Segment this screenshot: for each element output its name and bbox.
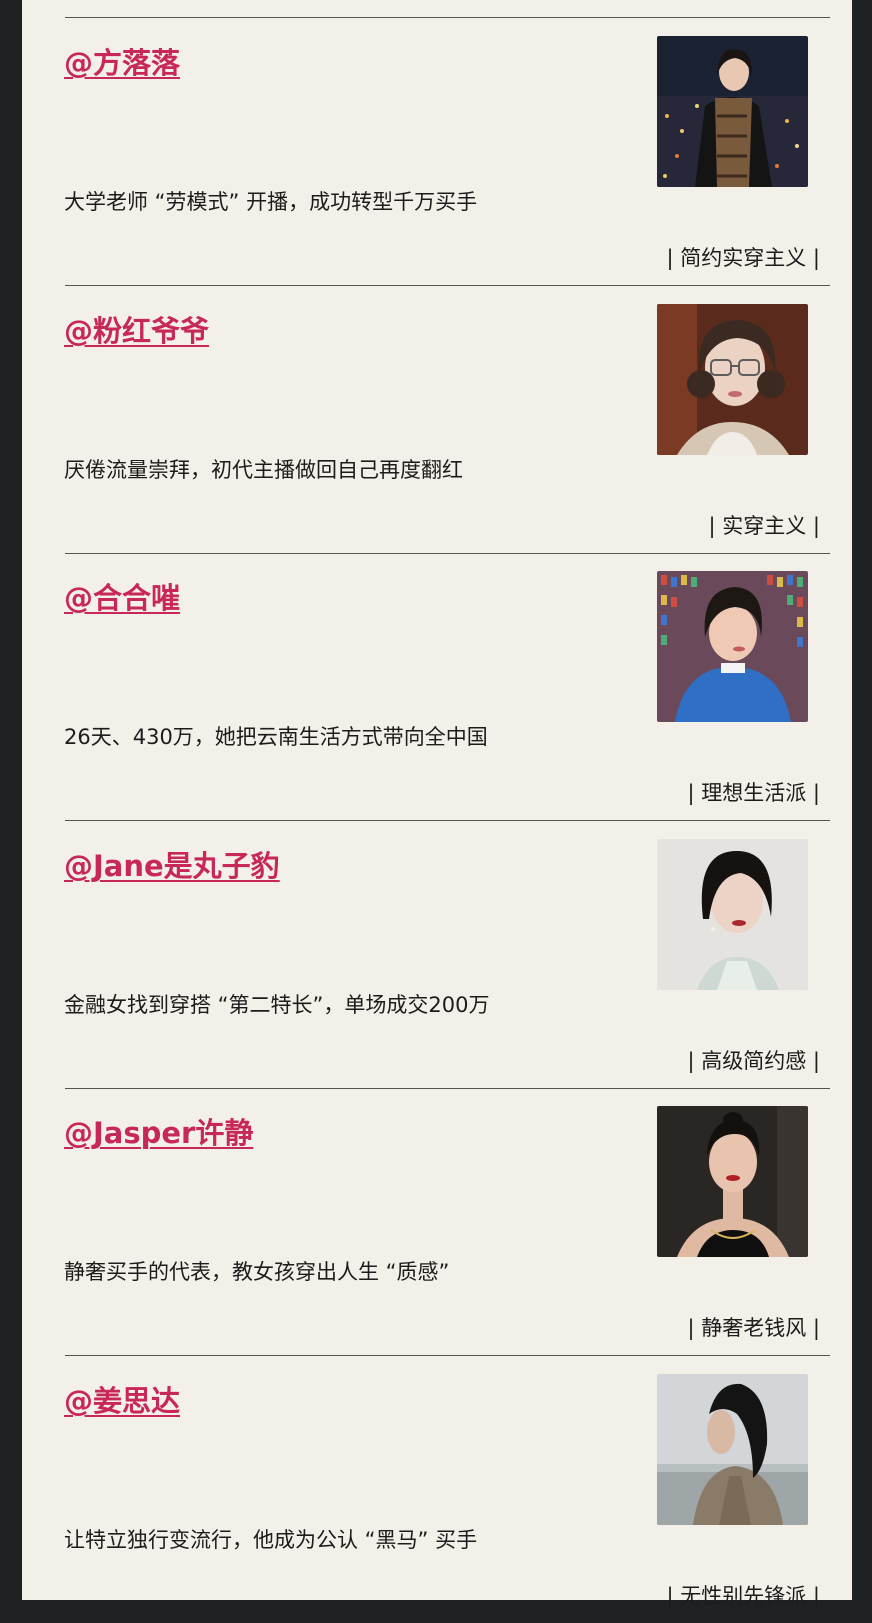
creator-description: 静奢买手的代表，教女孩穿出人生 “质感” xyxy=(64,1260,450,1284)
style-tag: | 无性别先锋派 | xyxy=(666,1584,820,1608)
creator-card-3: @合合嗺 26天、430万，她把云南生活方式带向全中国 | 理想生活派 | xyxy=(22,553,852,820)
creator-handle-link[interactable]: @姜思达 xyxy=(64,1383,180,1419)
style-tag: | 静奢老钱风 | xyxy=(687,1316,820,1340)
creator-handle-link[interactable]: @方落落 xyxy=(64,45,180,81)
creator-handle-link[interactable]: @Jasper许静 xyxy=(64,1115,253,1151)
creator-card-5: @Jasper许静 静奢买手的代表，教女孩穿出人生 “质感” | 静奢老钱风 | xyxy=(22,1088,852,1355)
creator-card-2: @粉红爷爷 厌倦流量崇拜，初代主播做回自己再度翻红 | 实穿主义 | xyxy=(22,286,852,553)
creator-description: 大学老师 “劳模式” 开播，成功转型千万买手 xyxy=(64,190,478,214)
creator-handle-link[interactable]: @Jane是丸子豹 xyxy=(64,848,280,884)
creator-handle-link[interactable]: @合合嗺 xyxy=(64,580,180,616)
creator-handle-link[interactable]: @粉红爷爷 xyxy=(64,313,209,349)
article-page: @方落落 大学老师 “劳模式” 开播，成功转型千万买手 | 简约实穿主义 | @… xyxy=(22,0,852,1608)
creator-photo xyxy=(657,304,808,455)
creator-card-4: @Jane是丸子豹 金融女找到穿搭 “第二特长”，单场成交200万 | 高级简约… xyxy=(22,821,852,1088)
creator-photo xyxy=(657,36,808,187)
creator-card-1: @方落落 大学老师 “劳模式” 开播，成功转型千万买手 | 简约实穿主义 | xyxy=(22,18,852,285)
creator-description: 让特立独行变流行，他成为公认 “黑马” 买手 xyxy=(64,1528,478,1552)
creator-photo xyxy=(657,839,808,990)
creator-card-6: @姜思达 让特立独行变流行，他成为公认 “黑马” 买手 | 无性别先锋派 | xyxy=(22,1356,852,1623)
creator-description: 26天、430万，她把云南生活方式带向全中国 xyxy=(64,725,488,749)
creator-description: 厌倦流量崇拜，初代主播做回自己再度翻红 xyxy=(64,458,463,482)
creator-photo xyxy=(657,1374,808,1525)
creator-photo xyxy=(657,571,808,722)
style-tag: | 高级简约感 | xyxy=(687,1049,820,1073)
style-tag: | 简约实穿主义 | xyxy=(666,246,820,270)
creator-photo xyxy=(657,1106,808,1257)
style-tag: | 实穿主义 | xyxy=(708,514,820,538)
style-tag: | 理想生活派 | xyxy=(687,781,820,805)
creator-description: 金融女找到穿搭 “第二特长”，单场成交200万 xyxy=(64,993,490,1017)
